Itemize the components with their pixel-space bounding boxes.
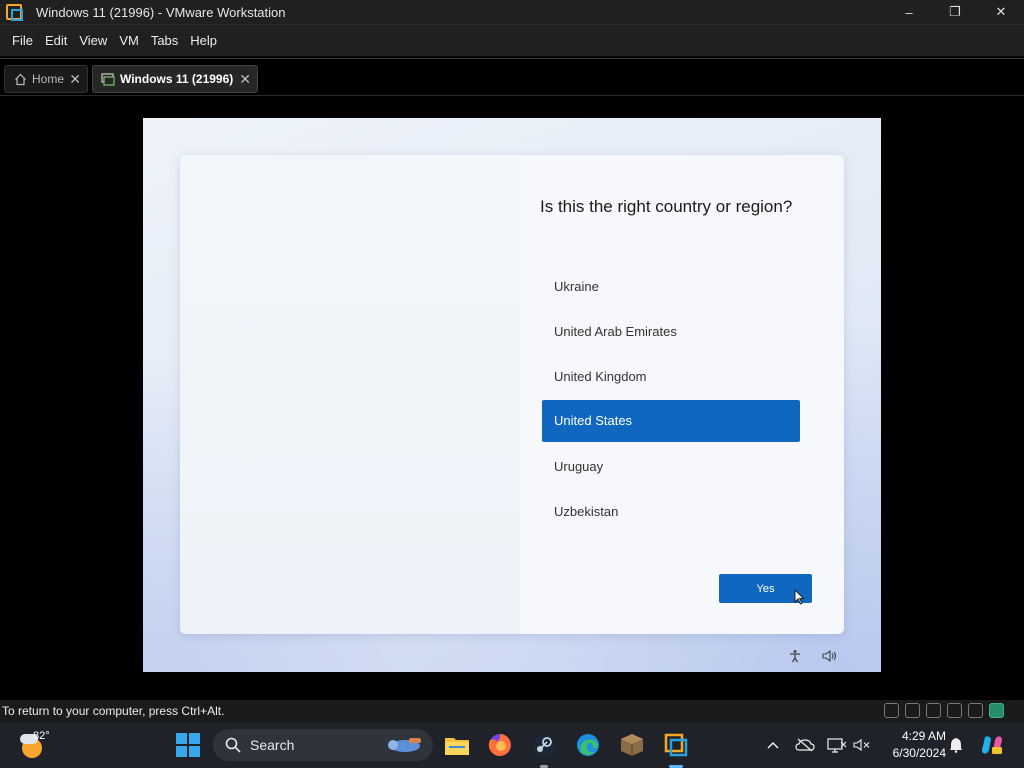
- accessibility-icon[interactable]: [786, 647, 804, 665]
- tab-home-close-icon[interactable]: ✕: [69, 71, 81, 88]
- tab-windows11[interactable]: Windows 11 (21996) ✕: [92, 65, 258, 93]
- home-icon: [13, 72, 27, 86]
- notification-bell-icon[interactable]: [946, 734, 966, 756]
- taskbar-search[interactable]: Search: [213, 729, 433, 761]
- system-clock[interactable]: 4:29 AM 6/30/2024: [876, 728, 946, 762]
- onedrive-offline-icon[interactable]: [794, 734, 816, 756]
- tab-windows11-close-icon[interactable]: ✕: [239, 71, 251, 88]
- country-uae[interactable]: United Arab Emirates: [542, 309, 800, 354]
- tab-home-label: Home: [32, 72, 65, 86]
- menu-view[interactable]: View: [73, 33, 113, 48]
- title-bar: Windows 11 (21996) - VMware Workstation …: [0, 0, 1024, 24]
- network-adapter-icon[interactable]: [926, 703, 941, 718]
- oobe-dialog: Is this the right country or region? Ukr…: [180, 155, 844, 634]
- cd-dvd-icon[interactable]: [905, 703, 920, 718]
- chevron-up-icon[interactable]: [764, 734, 782, 756]
- message-log-icon[interactable]: [989, 703, 1004, 718]
- clock-date: 6/30/2024: [892, 746, 946, 760]
- device-status-icons: [884, 703, 1004, 718]
- search-icon: [225, 737, 241, 753]
- status-bar: To return to your computer, press Ctrl+A…: [0, 700, 1024, 722]
- usb-icon[interactable]: [947, 703, 962, 718]
- windows-start-icon[interactable]: [176, 733, 200, 757]
- country-united-states[interactable]: United States: [542, 400, 800, 442]
- clock-time: 4:29 AM: [901, 729, 946, 743]
- window-title: Windows 11 (21996) - VMware Workstation: [36, 4, 286, 20]
- search-label: Search: [250, 737, 295, 753]
- country-uruguay[interactable]: Uruguay: [542, 444, 800, 489]
- sound-card-icon[interactable]: [968, 703, 983, 718]
- vmware-app-icon: [6, 4, 23, 21]
- restore-button[interactable]: ❐: [932, 0, 978, 24]
- taskbar: 82° Search 4:29 AM 6/30/2024: [0, 722, 1024, 768]
- window-controls: – ❐ ✕: [886, 0, 1024, 24]
- copilot-icon[interactable]: [980, 734, 1004, 756]
- weather-widget[interactable]: 82°: [20, 730, 50, 760]
- status-message: To return to your computer, press Ctrl+A…: [2, 704, 225, 718]
- menu-vm[interactable]: VM: [113, 33, 145, 48]
- menu-tabs[interactable]: Tabs: [145, 33, 184, 48]
- close-button[interactable]: ✕: [978, 0, 1024, 24]
- vm-console[interactable]: Is this the right country or region? Ukr…: [0, 97, 1024, 700]
- vmware-taskbar-icon[interactable]: [662, 731, 690, 768]
- vm-icon: [101, 72, 115, 86]
- minimize-button[interactable]: –: [886, 0, 932, 24]
- oobe-illustration-pane: [180, 155, 520, 634]
- search-highlight-icon: [388, 738, 421, 752]
- menu-help[interactable]: Help: [184, 33, 223, 48]
- tab-bar: Home ✕ Windows 11 (21996) ✕: [0, 58, 1024, 96]
- network-icon[interactable]: [826, 734, 848, 756]
- volume-muted-icon[interactable]: [852, 734, 872, 756]
- menu-edit[interactable]: Edit: [39, 33, 73, 48]
- volume-icon[interactable]: [820, 647, 838, 665]
- weather-temp: 82°: [33, 730, 50, 742]
- firefox-icon[interactable]: [486, 731, 514, 759]
- minecraft-icon[interactable]: [618, 731, 646, 759]
- country-united-kingdom[interactable]: United Kingdom: [542, 354, 800, 399]
- edge-icon[interactable]: [574, 731, 602, 759]
- menu-bar: File Edit View VM Tabs Help: [0, 24, 1024, 56]
- oobe-question: Is this the right country or region?: [540, 197, 793, 216]
- country-uzbekistan[interactable]: Uzbekistan: [542, 489, 800, 534]
- tab-home[interactable]: Home ✕: [4, 65, 88, 93]
- country-ukraine[interactable]: Ukraine: [542, 264, 800, 309]
- tab-windows11-label: Windows 11 (21996): [120, 72, 234, 86]
- country-list[interactable]: Ukraine United Arab Emirates United King…: [542, 264, 800, 534]
- file-explorer-icon[interactable]: [443, 731, 471, 759]
- menu-file[interactable]: File: [6, 33, 39, 48]
- guest-screen[interactable]: Is this the right country or region? Ukr…: [143, 118, 881, 672]
- mouse-cursor-icon: [794, 589, 805, 605]
- hard-disk-icon[interactable]: [884, 703, 899, 718]
- steam-icon[interactable]: [530, 731, 558, 768]
